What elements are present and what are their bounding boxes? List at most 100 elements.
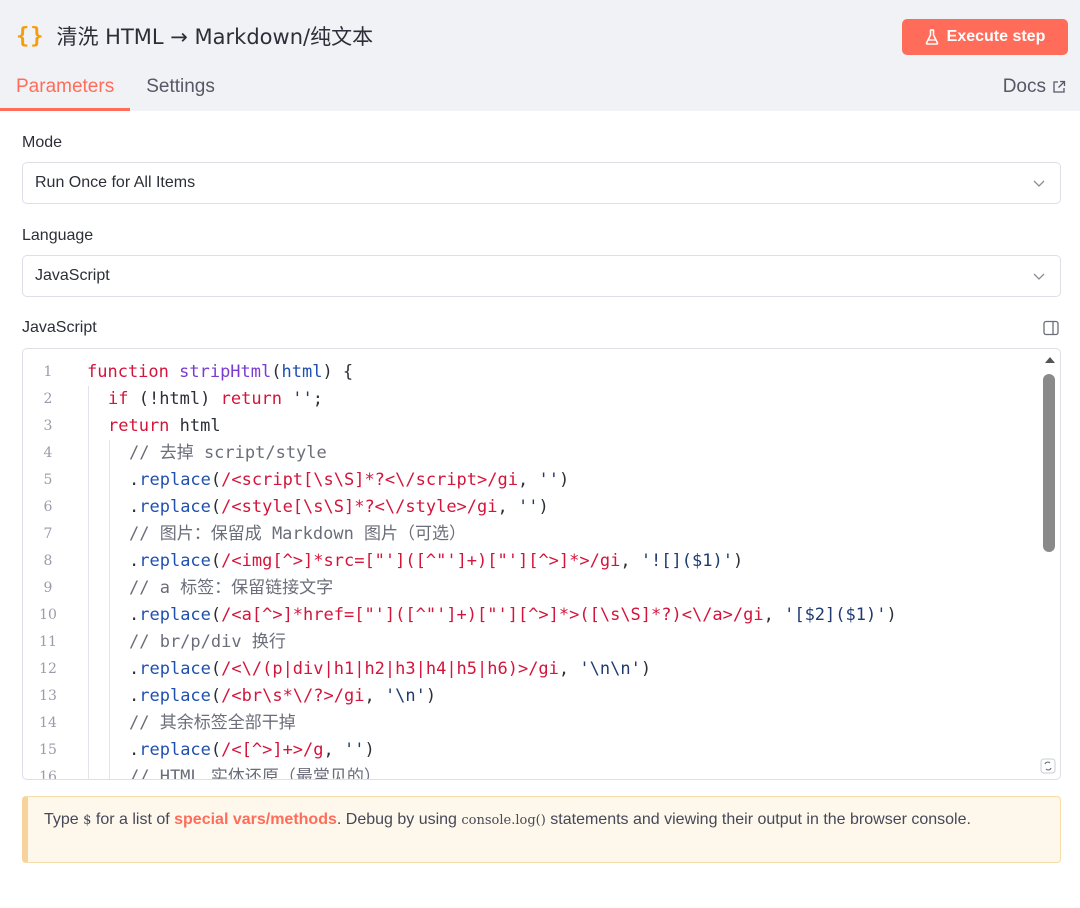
- side-panel-icon[interactable]: [1043, 320, 1059, 336]
- code-line: if (!html) return '';: [87, 386, 1030, 413]
- code-line: .replace(/<\/(p|div|h1|h2|h3|h4|h5|h6)>/…: [87, 656, 1030, 683]
- code-token: ): [538, 497, 549, 517]
- execute-step-button[interactable]: Execute step: [902, 19, 1068, 55]
- code-line: // HTML 实体还原（最常见的）: [87, 764, 1030, 780]
- indent-guide: [88, 386, 89, 413]
- language-value: JavaScript: [35, 267, 110, 284]
- mode-value: Run Once for All Items: [35, 174, 196, 191]
- indent-guide: [88, 656, 89, 683]
- docs-link[interactable]: Docs: [1003, 76, 1066, 98]
- code-token: (: [210, 551, 222, 571]
- indent-guide: [88, 548, 89, 575]
- code-line: // a 标签：保留链接文字: [87, 575, 1030, 602]
- code-token: html: [179, 416, 221, 436]
- code-braces-icon: {}: [16, 23, 45, 49]
- code-token: .: [129, 740, 140, 760]
- line-number: 7: [43, 526, 53, 542]
- line-number: 8: [43, 553, 53, 569]
- node-title[interactable]: 清洗 HTML → Markdown/纯文本: [57, 21, 374, 51]
- code-token: (: [271, 362, 282, 382]
- code-token: /<br\s*\/?>/gi: [221, 686, 365, 706]
- code-token: ,: [558, 659, 580, 679]
- code-token: ;: [312, 389, 323, 409]
- code-token: '': [538, 470, 559, 490]
- code-content[interactable]: function stripHtml(html) {if (!html) ret…: [87, 359, 1030, 780]
- code-token: replace: [139, 470, 211, 490]
- code-token: html: [281, 362, 323, 382]
- code-line: // 去掉 script/style: [87, 440, 1030, 467]
- code-token: // a 标签：保留链接文字: [129, 578, 334, 598]
- indent-guide: [88, 521, 89, 548]
- chevron-down-icon: [1033, 180, 1045, 187]
- execute-step-label: Execute step: [946, 28, 1046, 45]
- line-number: 11: [39, 634, 57, 650]
- code-token: if: [108, 389, 139, 409]
- indent-guide: [109, 575, 110, 602]
- indent-guide: [109, 467, 110, 494]
- docs-label: Docs: [1002, 76, 1046, 97]
- indent-guide: [88, 467, 89, 494]
- line-number: 2: [43, 391, 53, 407]
- indent-guide: [88, 494, 89, 521]
- tab-settings[interactable]: Settings: [130, 68, 231, 111]
- line-number: 3: [43, 418, 53, 434]
- code-token: (: [210, 659, 222, 679]
- code-token: (: [210, 605, 222, 625]
- line-number: 4: [43, 445, 53, 461]
- code-token: '': [344, 740, 365, 760]
- code-token: ): [886, 605, 897, 625]
- hint-box: Type $ for a list of special vars/method…: [22, 796, 1061, 863]
- indent-guide: [109, 656, 110, 683]
- code-line: .replace(/<a[^>]*href=["']([^"']+)["'][^…: [87, 602, 1030, 629]
- indent-guide: [88, 440, 89, 467]
- code-token: replace: [139, 659, 211, 679]
- line-number: 15: [39, 742, 57, 758]
- indent-guide: [109, 710, 110, 737]
- tab-parameters[interactable]: Parameters: [0, 68, 131, 111]
- code-token: ,: [323, 740, 344, 760]
- line-number: 5: [43, 472, 53, 488]
- code-token: // br/p/div 换行: [129, 632, 286, 652]
- code-line: .replace(/<[^>]+>/g, ''): [87, 737, 1030, 764]
- indent-guide: [88, 629, 89, 656]
- indent-guide: [88, 764, 89, 779]
- flask-icon: [925, 29, 938, 45]
- editor-scrollbar-thumb[interactable]: [1043, 374, 1055, 552]
- node-header: {} 清洗 HTML → Markdown/纯文本 Execute step P…: [0, 0, 1080, 111]
- mode-label: Mode: [22, 134, 63, 151]
- language-select[interactable]: JavaScript: [22, 255, 1061, 297]
- line-number: 6: [43, 499, 53, 515]
- scroll-up-arrow-icon[interactable]: [1043, 355, 1057, 365]
- line-number: 16: [39, 769, 57, 780]
- code-token: return: [220, 389, 293, 409]
- console-log-code: console.log(): [461, 813, 546, 828]
- line-number: 13: [39, 688, 57, 704]
- code-line: function stripHtml(html) {: [87, 359, 1030, 386]
- code-token: '': [517, 497, 539, 517]
- code-token: /<a[^>]*href=["']([^"']+)["'][^>]*>([\s\…: [221, 605, 764, 625]
- code-line: // br/p/div 换行: [87, 629, 1030, 656]
- indent-guide: [109, 494, 110, 521]
- code-token: stripHtml: [179, 362, 272, 382]
- code-token: // HTML 实体还原（最常见的）: [129, 767, 381, 780]
- code-editor[interactable]: 1 2 3 4 5 6 7 8 9 10 11 12 13 14 15 16 function stripHt…: [22, 348, 1061, 780]
- code-token: function: [87, 362, 180, 382]
- special-vars-link[interactable]: special vars/methods: [174, 811, 337, 828]
- indent-guide: [88, 575, 89, 602]
- hint-text: statements and viewing their output in t…: [545, 811, 971, 828]
- mode-select[interactable]: Run Once for All Items: [22, 162, 1061, 204]
- code-token: (: [210, 686, 222, 706]
- line-number: 10: [39, 607, 57, 623]
- code-token: .: [129, 605, 140, 625]
- code-token: // 去掉 script/style: [129, 443, 327, 463]
- tab-bar: Parameters Settings: [0, 68, 231, 111]
- code-line: // 图片：保留成 Markdown 图片（可选）: [87, 521, 1030, 548]
- code-token: (!html): [138, 389, 221, 409]
- code-token: .: [129, 497, 140, 517]
- indent-guide: [88, 710, 89, 737]
- code-token: '': [292, 389, 313, 409]
- code-token: ): [732, 551, 744, 571]
- resize-icon[interactable]: [1040, 758, 1056, 774]
- hint-text: for a list of: [91, 811, 175, 828]
- code-token: /<[^>]+>/g: [221, 740, 324, 760]
